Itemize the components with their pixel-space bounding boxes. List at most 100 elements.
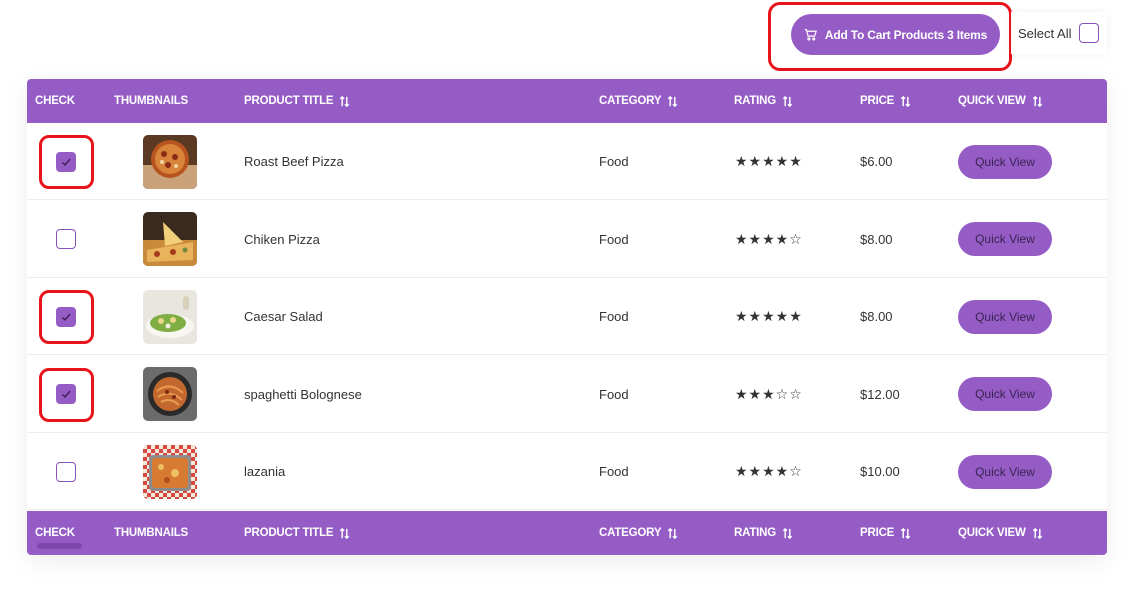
column-label: PRODUCT TITLE — [244, 527, 334, 539]
add-to-cart-button[interactable]: Add To Cart Products 3 Items — [791, 14, 1000, 55]
rating-stars: ★★★☆☆ — [735, 385, 803, 402]
footer-col-rating[interactable]: RATING — [734, 511, 793, 555]
sort-icon[interactable] — [900, 527, 911, 539]
product-category: Food — [599, 464, 629, 480]
quick-view-button[interactable]: Quick View — [958, 454, 1052, 489]
header-col-thumbnails: THUMBNAILS — [114, 79, 188, 123]
header-col-price[interactable]: PRICE — [860, 79, 911, 123]
row-quick-view-cell: Quick View — [958, 356, 1052, 433]
product-thumbnail[interactable] — [143, 367, 197, 422]
header-col-quick-view[interactable]: QUICK VIEW — [958, 79, 1043, 123]
product-thumbnail[interactable] — [143, 444, 197, 499]
row-quick-view-cell: Quick View — [958, 278, 1052, 355]
product-price: $10.00 — [860, 464, 900, 480]
sort-icon[interactable] — [782, 527, 793, 539]
column-label: PRICE — [860, 527, 895, 539]
sort-icon[interactable] — [782, 95, 793, 107]
column-label: PRODUCT TITLE — [244, 95, 334, 107]
product-title: Chiken Pizza — [244, 231, 320, 247]
select-all-checkbox[interactable] — [1079, 23, 1100, 43]
row-check-cell — [56, 433, 76, 510]
footer-col-price[interactable]: PRICE — [860, 511, 911, 555]
product-rating: ★★★★☆ — [735, 201, 803, 278]
header-col-category[interactable]: CATEGORY — [599, 79, 678, 123]
product-price: $12.00 — [860, 386, 900, 402]
product-thumbnail[interactable] — [143, 134, 197, 189]
product-category: Food — [599, 386, 629, 402]
table-footer: CHECK THUMBNAILS PRODUCT TITLE CATEGORY RATI… — [27, 511, 1107, 555]
select-all-control[interactable]: Select All — [1011, 12, 1107, 54]
select-all-label: Select All — [1018, 25, 1072, 41]
product-price: $8.00 — [860, 231, 893, 247]
product-rating: ★★★☆☆ — [735, 356, 803, 433]
sort-icon[interactable] — [667, 95, 678, 107]
cart-icon — [804, 29, 817, 41]
footer-col-quick-view[interactable]: QUICK VIEW — [958, 511, 1043, 555]
column-label: PRICE — [860, 95, 895, 107]
header-col-product-title[interactable]: PRODUCT TITLE — [244, 79, 350, 123]
row-checkbox[interactable] — [56, 461, 76, 482]
quick-view-button[interactable]: Quick View — [958, 222, 1052, 257]
product-rating: ★★★★☆ — [735, 433, 803, 510]
row-check-cell — [56, 201, 76, 278]
table-row: Chiken Pizza Food ★★★★☆ $8.00 Quick View — [27, 201, 1107, 278]
column-label: RATING — [734, 527, 777, 539]
quick-view-button[interactable]: Quick View — [958, 144, 1052, 179]
product-category: Food — [599, 231, 629, 247]
footer-col-check: CHECK — [35, 511, 75, 555]
table-header: CHECK THUMBNAILS PRODUCT TITLE CATEGORY RATI… — [27, 79, 1107, 123]
quick-view-button[interactable]: Quick View — [958, 377, 1052, 412]
product-category: Food — [599, 154, 629, 169]
product-thumbnail[interactable] — [143, 212, 197, 267]
rating-stars: ★★★★★ — [735, 153, 803, 169]
product-category: Food — [599, 309, 629, 325]
footer-col-product-title[interactable]: PRODUCT TITLE — [244, 511, 350, 555]
toolbar: Add To Cart Products 3 Items Select All — [0, 0, 1128, 71]
table-row: lazania Food ★★★★☆ $10.00 Quick View — [27, 433, 1107, 511]
header-col-check: CHECK — [35, 79, 75, 123]
footer-col-thumbnails: THUMBNAILS — [114, 511, 188, 555]
column-label: CATEGORY — [599, 527, 662, 539]
product-title: lazania — [244, 464, 286, 480]
rating-stars: ★★★★★ — [735, 308, 803, 325]
row-checkbox[interactable] — [56, 229, 76, 250]
product-title: spaghetti Bolognese — [244, 386, 362, 402]
checkbox-highlight — [39, 290, 94, 345]
row-thumbnail-cell — [143, 433, 197, 510]
add-to-cart-label: Add To Cart Products 3 Items — [824, 27, 988, 42]
product-thumbnail[interactable] — [143, 289, 197, 344]
product-title: Caesar Salad — [244, 309, 323, 325]
row-thumbnail-cell — [143, 123, 197, 200]
column-label: QUICK VIEW — [958, 527, 1026, 539]
quick-view-button[interactable]: Quick View — [958, 299, 1052, 334]
product-price: $6.00 — [860, 154, 893, 169]
sort-icon[interactable] — [339, 95, 350, 107]
column-label: CHECK — [35, 95, 75, 107]
rating-stars: ★★★★☆ — [735, 463, 803, 480]
product-rating: ★★★★★ — [735, 278, 803, 355]
column-label: THUMBNAILS — [114, 95, 189, 107]
checkbox-highlight — [39, 367, 94, 422]
sort-icon[interactable] — [1032, 527, 1043, 539]
row-thumbnail-cell — [143, 356, 197, 433]
column-label: QUICK VIEW — [958, 95, 1026, 107]
footer-col-category[interactable]: CATEGORY — [599, 511, 678, 555]
sort-icon[interactable] — [667, 527, 678, 539]
product-rating: ★★★★★ — [735, 123, 803, 200]
rating-stars: ★★★★☆ — [735, 230, 803, 247]
sort-icon[interactable] — [1032, 95, 1043, 107]
row-thumbnail-cell — [143, 201, 197, 278]
row-thumbnail-cell — [143, 278, 197, 355]
sort-icon[interactable] — [900, 95, 911, 107]
product-title: Roast Beef Pizza — [244, 154, 344, 169]
row-quick-view-cell: Quick View — [958, 201, 1052, 278]
row-quick-view-cell: Quick View — [958, 123, 1052, 200]
column-label: CATEGORY — [599, 95, 662, 107]
sort-icon[interactable] — [339, 527, 350, 539]
products-table: CHECK THUMBNAILS PRODUCT TITLE CATEGORY RATI… — [27, 79, 1107, 556]
product-price: $8.00 — [860, 309, 893, 325]
header-col-rating[interactable]: RATING — [734, 79, 793, 123]
column-label: THUMBNAILS — [114, 527, 189, 539]
table-row: Roast Beef Pizza Food ★★★★★ $6.00 Quick View — [27, 123, 1107, 200]
table-row: spaghetti Bolognese Food ★★★☆☆ $12.00 Quick … — [27, 356, 1107, 433]
